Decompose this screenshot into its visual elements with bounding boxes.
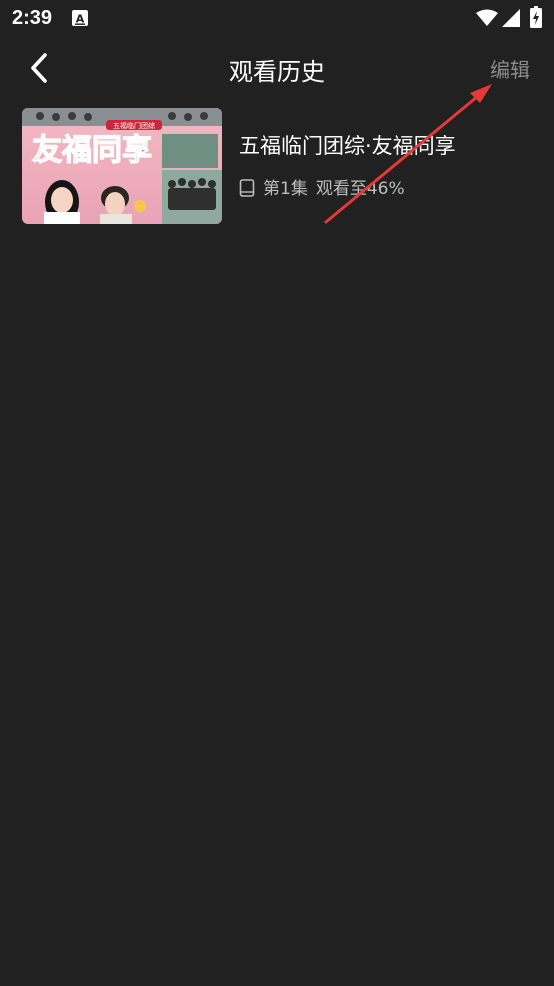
episode-label: 第1集 [263,179,308,199]
watch-progress-info: 第1集 观看至46% [239,174,405,199]
edit-button[interactable]: 编辑 [490,54,530,83]
video-thumbnail[interactable]: 五福临门团综 友福同享 [22,108,222,224]
text-a-icon: A [72,10,88,26]
thumbnail-headline-text: 友福同享 [32,133,152,168]
status-time: 2:39 [12,7,53,29]
video-title: 五福临门团综·友福同享 [239,134,456,158]
thumbnail-image: 五福临门团综 友福同享 [22,108,222,224]
status-bar: 2:39 A [0,0,554,38]
thumbnail-banner-text: 五福临门团综 [113,121,155,130]
top-app-bar: 观看历史 编辑 [0,38,554,100]
wifi-icon [476,9,498,26]
signal-icon [502,9,520,27]
progress-label: 观看至46% [315,179,405,199]
tablet-icon [239,179,255,197]
page-title: 观看历史 [229,58,325,86]
history-item[interactable]: 五福临门团综 友福同享 五福临门团综·友福同享 第1集 观看至46% [22,108,532,226]
battery-icon [530,6,542,28]
